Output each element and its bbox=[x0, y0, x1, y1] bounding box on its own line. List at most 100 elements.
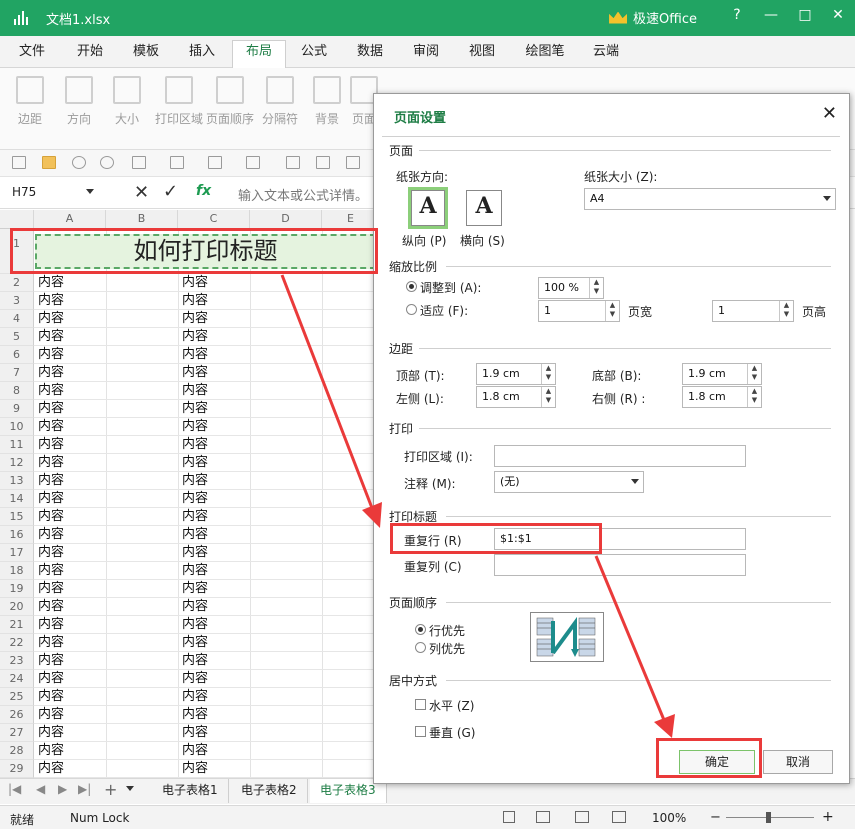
cell-c[interactable]: 内容 bbox=[178, 760, 208, 778]
sheet-tab-2[interactable]: 电子表格2 bbox=[231, 779, 308, 803]
row-header[interactable]: 18 bbox=[0, 562, 34, 580]
orientation-button[interactable]: 方向 bbox=[57, 76, 101, 127]
cell-a[interactable]: 内容 bbox=[34, 436, 64, 454]
row-header[interactable]: 9 bbox=[0, 400, 34, 418]
landscape-option[interactable]: A bbox=[466, 190, 502, 226]
column-header-c[interactable]: C bbox=[178, 210, 250, 229]
row-header[interactable]: 10 bbox=[0, 418, 34, 436]
table-icon[interactable] bbox=[286, 156, 300, 169]
row-header[interactable]: 3 bbox=[0, 292, 34, 310]
cell-c[interactable]: 内容 bbox=[178, 472, 208, 490]
cell-a[interactable]: 内容 bbox=[34, 652, 64, 670]
cell-a[interactable]: 内容 bbox=[34, 310, 64, 328]
cell-a[interactable]: 内容 bbox=[34, 706, 64, 724]
tab-cloud[interactable]: 云端 bbox=[584, 42, 628, 68]
bottom-margin-input[interactable]: 1.9 cm ▲ ▼ bbox=[682, 363, 762, 385]
row-header[interactable]: 25 bbox=[0, 688, 34, 706]
cell-c[interactable]: 内容 bbox=[178, 598, 208, 616]
col-first-radio[interactable] bbox=[415, 642, 426, 653]
brand-badge[interactable]: 极速Office bbox=[609, 8, 697, 27]
row-header[interactable]: 5 bbox=[0, 328, 34, 346]
cell-a[interactable]: 内容 bbox=[34, 292, 64, 310]
page-order-button[interactable]: 页面顺序 bbox=[205, 76, 255, 127]
cell-a[interactable]: 内容 bbox=[34, 508, 64, 526]
row-first-radio[interactable] bbox=[415, 624, 426, 635]
cell-c[interactable]: 内容 bbox=[178, 274, 208, 292]
cell-c[interactable]: 内容 bbox=[178, 292, 208, 310]
cell-a[interactable]: 内容 bbox=[34, 328, 64, 346]
cell-a[interactable]: 内容 bbox=[34, 472, 64, 490]
row-header[interactable]: 11 bbox=[0, 436, 34, 454]
cell-c[interactable]: 内容 bbox=[178, 544, 208, 562]
cell-c[interactable]: 内容 bbox=[178, 418, 208, 436]
center-vertical-checkbox[interactable] bbox=[415, 726, 426, 737]
column-header-d[interactable]: D bbox=[250, 210, 322, 229]
paper-size-select[interactable]: A4 bbox=[584, 188, 836, 210]
sheet-next-icon[interactable]: ▶ bbox=[58, 782, 67, 796]
cell-a[interactable]: 内容 bbox=[34, 454, 64, 472]
fit-radio[interactable] bbox=[406, 304, 417, 315]
size-button[interactable]: 大小 bbox=[105, 76, 149, 127]
sheet-last-icon[interactable]: ▶| bbox=[78, 782, 91, 796]
row-header[interactable]: 26 bbox=[0, 706, 34, 724]
cell-c[interactable]: 内容 bbox=[178, 724, 208, 742]
cell-c[interactable]: 内容 bbox=[178, 508, 208, 526]
row-header[interactable]: 14 bbox=[0, 490, 34, 508]
row-header[interactable]: 23 bbox=[0, 652, 34, 670]
tab-data[interactable]: 数据 bbox=[348, 42, 392, 68]
row-header[interactable]: 7 bbox=[0, 364, 34, 382]
cell-a[interactable]: 内容 bbox=[34, 724, 64, 742]
new-file-icon[interactable] bbox=[12, 156, 26, 169]
cell-a[interactable]: 内容 bbox=[34, 400, 64, 418]
cell-c[interactable]: 内容 bbox=[178, 688, 208, 706]
sheet-list-icon[interactable] bbox=[126, 786, 134, 791]
tab-insert[interactable]: 插入 bbox=[180, 42, 224, 68]
help-button[interactable]: ? bbox=[720, 0, 754, 30]
cell-c[interactable]: 内容 bbox=[178, 652, 208, 670]
right-margin-input[interactable]: 1.8 cm ▲ ▼ bbox=[682, 386, 762, 408]
row-header[interactable]: 4 bbox=[0, 310, 34, 328]
row-header[interactable]: 24 bbox=[0, 670, 34, 688]
maximize-button[interactable]: □ bbox=[788, 0, 822, 30]
fx-icon[interactable]: fx bbox=[196, 183, 211, 199]
cell-a[interactable]: 内容 bbox=[34, 562, 64, 580]
redo-icon[interactable] bbox=[100, 156, 114, 169]
cell-a[interactable]: 内容 bbox=[34, 418, 64, 436]
email-icon[interactable] bbox=[170, 156, 184, 169]
normal-view-icon[interactable] bbox=[536, 811, 550, 823]
open-folder-icon[interactable] bbox=[42, 156, 56, 169]
camera-icon[interactable] bbox=[346, 156, 360, 169]
row-header[interactable]: 22 bbox=[0, 634, 34, 652]
row-header[interactable]: 20 bbox=[0, 598, 34, 616]
row-header[interactable]: 29 bbox=[0, 760, 34, 778]
cell-c[interactable]: 内容 bbox=[178, 562, 208, 580]
cancel-button[interactable]: 取消 bbox=[763, 750, 833, 774]
row-header[interactable]: 17 bbox=[0, 544, 34, 562]
center-horizontal-checkbox[interactable] bbox=[415, 699, 426, 710]
row-header[interactable]: 19 bbox=[0, 580, 34, 598]
zoom-level[interactable]: 100% bbox=[652, 811, 686, 825]
cell-a[interactable]: 内容 bbox=[34, 526, 64, 544]
row-header[interactable]: 16 bbox=[0, 526, 34, 544]
tab-home[interactable]: 开始 bbox=[68, 42, 112, 68]
cell-c[interactable]: 内容 bbox=[178, 328, 208, 346]
fit-page-icon[interactable] bbox=[503, 811, 515, 823]
zoom-out-icon[interactable]: − bbox=[710, 810, 721, 825]
row-header[interactable]: 12 bbox=[0, 454, 34, 472]
row-header[interactable]: 6 bbox=[0, 346, 34, 364]
fit-tall-input[interactable]: 1 ▲ ▼ bbox=[712, 300, 794, 322]
minimize-button[interactable]: — bbox=[754, 0, 788, 30]
add-sheet-icon[interactable]: + bbox=[104, 780, 117, 799]
save-icon[interactable] bbox=[132, 156, 146, 169]
cell-a[interactable]: 内容 bbox=[34, 580, 64, 598]
fit-to-radio[interactable] bbox=[406, 281, 417, 292]
name-box[interactable]: H75 bbox=[12, 185, 36, 199]
cell-c[interactable]: 内容 bbox=[178, 310, 208, 328]
row-header[interactable]: 2 bbox=[0, 274, 34, 292]
print-area-button[interactable]: 打印区域 bbox=[155, 76, 203, 127]
cancel-icon[interactable]: ✕ bbox=[134, 182, 149, 203]
cell-c[interactable]: 内容 bbox=[178, 454, 208, 472]
margins-button[interactable]: 边距 bbox=[8, 76, 52, 127]
fit-to-input[interactable]: 100 % ▲ ▼ bbox=[538, 277, 604, 299]
cell-a[interactable]: 内容 bbox=[34, 544, 64, 562]
